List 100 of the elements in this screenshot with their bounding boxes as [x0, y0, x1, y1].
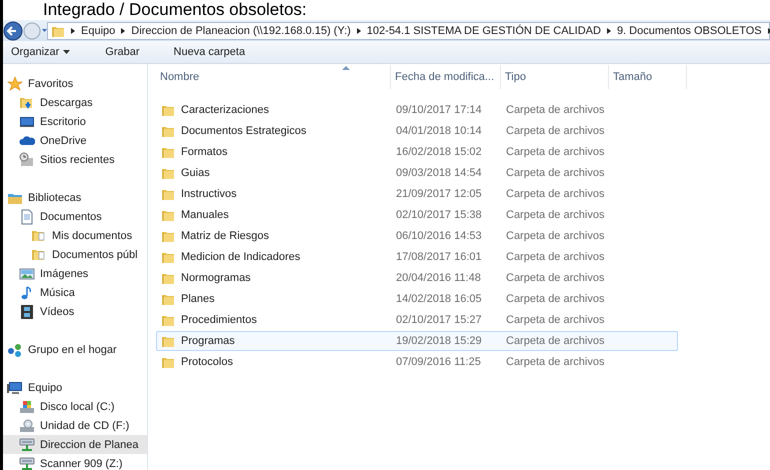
- file-row[interactable]: Caracterizaciones 09/10/2017 17:14 Carpeta de archivos: [156, 100, 678, 120]
- toolbar-button[interactable]: Grabar: [97, 44, 148, 60]
- nav-item[interactable]: Vídeos: [3, 302, 147, 321]
- network-drive-icon: [19, 456, 35, 470]
- folder-icon: [161, 187, 175, 201]
- nav-item[interactable]: Bibliotecas: [3, 188, 147, 207]
- file-type: Carpeta de archivos: [505, 356, 606, 368]
- nav-item[interactable]: OneDrive: [3, 131, 147, 150]
- folder-icon: [161, 103, 175, 117]
- drive-icon: [19, 398, 35, 414]
- file-name: Programas: [181, 335, 235, 347]
- folder-icon: [161, 124, 175, 138]
- folder-icon: [161, 313, 175, 327]
- folder-icon: [161, 250, 175, 264]
- file-type: Carpeta de archivos: [505, 167, 606, 179]
- file-row[interactable]: Matriz de Riesgos 06/10/2016 14:53 Carpeta de archivos: [156, 226, 678, 246]
- file-type: Carpeta de archivos: [505, 272, 606, 284]
- column-header[interactable]: Tipo: [501, 65, 609, 89]
- folder-icon: [161, 208, 175, 222]
- file-name: Planes: [181, 293, 215, 305]
- disc-drive-icon: [19, 418, 35, 434]
- file-name: Instructivos: [181, 188, 237, 200]
- breadcrumb-segment[interactable]: 102-54.1 SISTEMA DE GESTIÓN DE CALIDAD: [366, 24, 601, 36]
- nav-item[interactable]: Documentos: [3, 207, 147, 226]
- folder-icon: [161, 166, 175, 180]
- nav-item[interactable]: Mis documentos: [3, 226, 147, 245]
- column-header[interactable]: Fecha de modifica...: [391, 65, 501, 89]
- file-type: Carpeta de archivos: [505, 209, 606, 221]
- nav-item[interactable]: Scanner 909 (Z:): [3, 454, 147, 470]
- file-type: Carpeta de archivos: [505, 314, 606, 326]
- folder-icon: [161, 355, 175, 369]
- file-type: Carpeta de archivos: [505, 335, 606, 347]
- nav-item[interactable]: Escritorio: [3, 112, 147, 131]
- file-name: Normogramas: [181, 272, 251, 284]
- nav-item[interactable]: Descargas: [3, 93, 147, 112]
- star-icon: [7, 76, 23, 92]
- date-modified: 20/04/2016 11:48: [395, 272, 482, 284]
- file-row[interactable]: Instructivos 21/09/2017 12:05 Carpeta de archivos: [156, 184, 678, 204]
- breadcrumb-segment[interactable]: Equipo: [81, 24, 116, 36]
- toolbar-button[interactable]: Nueva carpeta: [166, 44, 254, 60]
- nav-item[interactable]: Favoritos: [3, 74, 147, 93]
- file-row[interactable]: Documentos Estrategicos 04/01/2018 10:14 Carpeta de archivos: [156, 121, 678, 141]
- date-modified: 09/03/2018 14:54: [395, 167, 483, 179]
- date-modified: 06/10/2016 14:53: [395, 230, 483, 242]
- nav-item[interactable]: Direccion de Planea: [3, 435, 147, 454]
- document-icon: [19, 208, 35, 224]
- date-modified: 02/10/2017 15:38: [395, 209, 483, 221]
- file-name: Medicion de Indicadores: [181, 251, 300, 263]
- file-name: Protocolos: [181, 356, 233, 368]
- folder-icon: [161, 334, 175, 348]
- nav-item[interactable]: Sitios recientes: [3, 150, 147, 169]
- file-type: Carpeta de archivos: [505, 125, 606, 137]
- breadcrumb-segment[interactable]: Direccion de Planeacion (\\192.168.0.15) (Y:): [131, 24, 351, 36]
- file-row[interactable]: Normogramas 20/04/2016 11:48 Carpeta de archivos: [156, 268, 678, 288]
- folder-icon: [161, 229, 175, 243]
- date-modified: 21/09/2017 12:05: [395, 188, 483, 200]
- folder-icon: [161, 271, 175, 285]
- file-name: Caracterizaciones: [181, 104, 270, 116]
- caret-icon: [63, 48, 72, 56]
- breadcrumb-segment[interactable]: 9. Documentos OBSOLETOS: [616, 24, 762, 36]
- file-type: Carpeta de archivos: [505, 293, 606, 305]
- nav-item[interactable]: Disco local (C:): [3, 397, 147, 416]
- date-modified: 09/10/2017 17:14: [395, 104, 483, 116]
- date-modified: 14/02/2018 16:05: [395, 293, 483, 305]
- file-row[interactable]: Planes 14/02/2018 16:05 Carpeta de archivos: [156, 289, 678, 309]
- people-icon: [7, 342, 23, 358]
- file-row[interactable]: Protocolos 07/09/2016 11:25 Carpeta de archivos: [156, 352, 678, 372]
- nav-item[interactable]: Grupo en el hogar: [3, 340, 147, 359]
- nav-item[interactable]: Música: [3, 283, 147, 302]
- date-modified: 16/02/2018 15:02: [395, 146, 483, 158]
- file-name: Documentos Estrategicos: [181, 125, 306, 137]
- back-forward-buttons-drawing: [3, 20, 47, 40]
- nav-item[interactable]: Imágenes: [3, 264, 147, 283]
- file-row[interactable]: Manuales 02/10/2017 15:38 Carpeta de archivos: [156, 205, 678, 225]
- date-modified: 17/08/2017 16:01: [395, 251, 483, 263]
- folder-icon: [161, 292, 175, 306]
- file-row[interactable]: Medicion de Indicadores 17/08/2017 16:01 Carpeta de archivos: [156, 247, 678, 267]
- file-name: Procedimientos: [181, 314, 257, 326]
- file-name: Manuales: [181, 209, 229, 221]
- address-bar[interactable]: Equipo Direccion de Planeacion (\\192.168.0.15) (Y:) 102-54.1 SISTEMA DE GESTIÓN DE CALIDAD 9. Documentos OBSOLETOS: [47, 22, 770, 40]
- file-type: Carpeta de archivos: [505, 146, 606, 158]
- film-icon: [19, 304, 35, 320]
- column-header[interactable]: Tamaño: [609, 65, 687, 89]
- column-header[interactable]: Nombre: [156, 65, 391, 89]
- organize-menu-button[interactable]: Organizar: [3, 44, 80, 60]
- file-name: Guias: [181, 167, 210, 179]
- file-type: Carpeta de archivos: [505, 230, 606, 242]
- network-drive-icon: [19, 436, 35, 452]
- file-row[interactable]: Formatos 16/02/2018 15:02 Carpeta de archivos: [156, 142, 678, 162]
- nav-item[interactable]: Equipo: [3, 378, 147, 397]
- nav-item[interactable]: Unidad de CD (F:): [3, 416, 147, 435]
- date-modified: 07/09/2016 11:25: [395, 356, 482, 368]
- file-row[interactable]: Procedimientos 02/10/2017 15:27 Carpeta de archivos: [156, 310, 678, 330]
- file-row[interactable]: Programas 19/02/2018 15:29 Carpeta de archivos: [156, 331, 678, 351]
- file-type: Carpeta de archivos: [505, 188, 606, 200]
- computer-icon: [7, 380, 23, 396]
- file-row[interactable]: Guias 09/03/2018 14:54 Carpeta de archivos: [156, 163, 678, 183]
- file-name: Matriz de Riesgos: [181, 230, 270, 242]
- nav-item[interactable]: Documentos públ: [3, 245, 147, 264]
- file-type: Carpeta de archivos: [505, 251, 606, 263]
